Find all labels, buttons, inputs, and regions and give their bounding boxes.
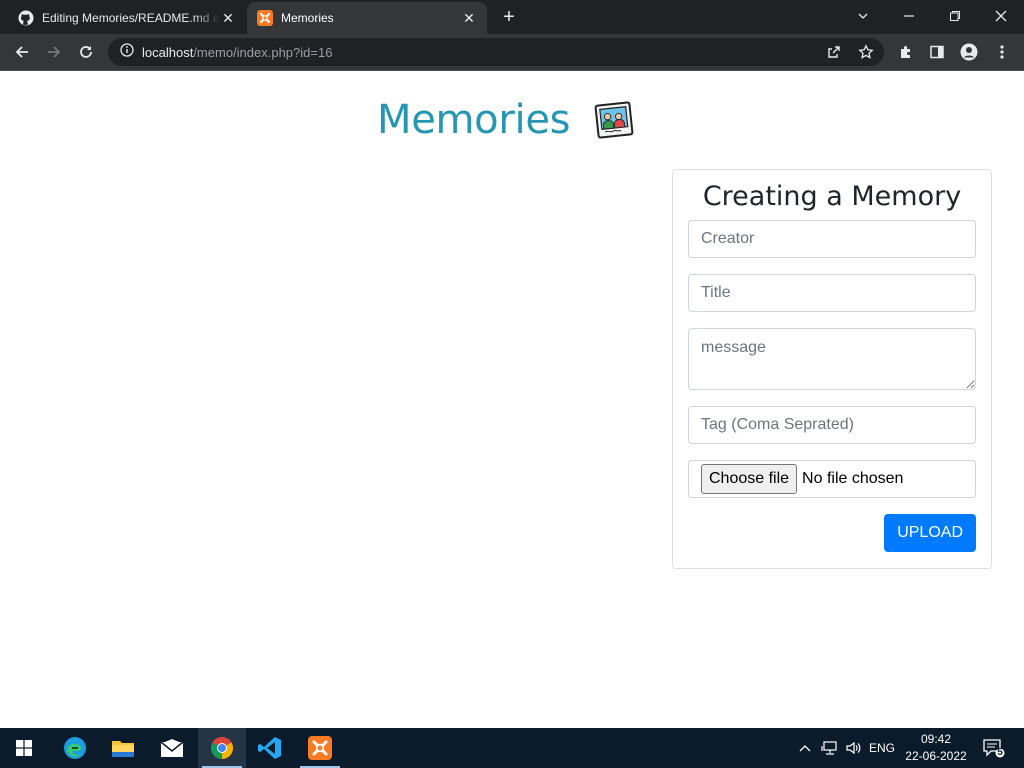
browser-titlebar: Editing Memories/README.md at ✕ Memories… xyxy=(0,0,1024,34)
new-tab-button[interactable]: + xyxy=(498,6,520,28)
side-panel-icon[interactable] xyxy=(928,43,946,61)
create-memory-form: Creating a Memory Choose file No file ch… xyxy=(672,169,992,569)
file-explorer-icon[interactable] xyxy=(99,728,147,768)
share-icon[interactable] xyxy=(826,44,842,60)
address-bar[interactable]: localhost/memo/index.php?id=16 xyxy=(108,38,884,66)
page-title: Memories xyxy=(377,97,571,143)
message-textarea[interactable] xyxy=(688,328,976,390)
back-button[interactable] xyxy=(9,39,35,65)
close-tab-icon[interactable]: ✕ xyxy=(461,10,477,27)
clock-time: 09:42 xyxy=(920,732,952,746)
upload-button[interactable]: UPLOAD xyxy=(884,514,976,552)
clock-date: 22-06-2022 xyxy=(905,749,967,763)
tab-title: Editing Memories/README.md at xyxy=(42,11,220,25)
url-path: /memo/index.php?id=16 xyxy=(193,44,333,60)
mail-icon[interactable] xyxy=(148,728,196,768)
notification-count-badge: 5 xyxy=(997,747,1003,758)
close-window-button[interactable] xyxy=(978,0,1024,32)
choose-file-button[interactable]: Choose file xyxy=(701,464,798,494)
tab-title: Memories xyxy=(281,11,334,25)
form-heading: Creating a Memory xyxy=(702,181,962,212)
forward-button[interactable] xyxy=(41,39,67,65)
title-input[interactable] xyxy=(688,274,976,312)
profile-avatar-icon[interactable] xyxy=(960,43,978,61)
bookmark-star-icon[interactable] xyxy=(858,44,874,60)
browser-toolbar: localhost/memo/index.php?id=16 xyxy=(0,34,1024,71)
language-indicator[interactable]: ENG xyxy=(868,728,896,768)
system-clock[interactable]: 09:42 22-06-2022 xyxy=(900,731,972,765)
volume-icon[interactable] xyxy=(843,728,865,768)
tab-memories[interactable]: Memories ✕ xyxy=(247,2,487,34)
notifications-icon[interactable]: 5 xyxy=(980,728,1008,768)
windows-start-icon[interactable] xyxy=(0,728,48,768)
windows-taskbar: ENG 09:42 22-06-2022 5 xyxy=(0,728,1024,768)
tags-input[interactable] xyxy=(688,406,976,444)
tab-search-chevron-icon[interactable] xyxy=(840,0,886,32)
github-icon xyxy=(18,10,34,26)
edge-icon[interactable] xyxy=(51,728,99,768)
page-content: Memories Creating a Memory Choose file xyxy=(0,71,1024,728)
url-text[interactable]: localhost/memo/index.php?id=16 xyxy=(142,45,332,60)
framed-picture-icon xyxy=(592,98,636,142)
xampp-icon xyxy=(257,10,273,26)
reload-button[interactable] xyxy=(73,39,99,65)
file-input[interactable]: Choose file No file chosen xyxy=(688,460,976,498)
show-hidden-icons-chevron-icon[interactable] xyxy=(796,728,814,768)
minimize-button[interactable] xyxy=(886,0,932,32)
brand-header: Memories xyxy=(377,97,636,143)
chrome-icon[interactable] xyxy=(198,728,246,768)
info-icon[interactable] xyxy=(120,42,134,62)
vscode-icon[interactable] xyxy=(246,728,294,768)
creator-input[interactable] xyxy=(688,220,976,258)
xampp-icon[interactable] xyxy=(296,728,344,768)
file-status-text: No file chosen xyxy=(802,470,904,487)
network-icon[interactable] xyxy=(819,728,841,768)
url-host: localhost xyxy=(142,44,194,60)
tab-github-readme[interactable]: Editing Memories/README.md at ✕ xyxy=(8,2,246,34)
restore-button[interactable] xyxy=(932,0,978,32)
close-tab-icon[interactable]: ✕ xyxy=(220,10,236,27)
extensions-puzzle-icon[interactable] xyxy=(897,43,915,61)
browser-menu-icon[interactable] xyxy=(993,43,1011,61)
